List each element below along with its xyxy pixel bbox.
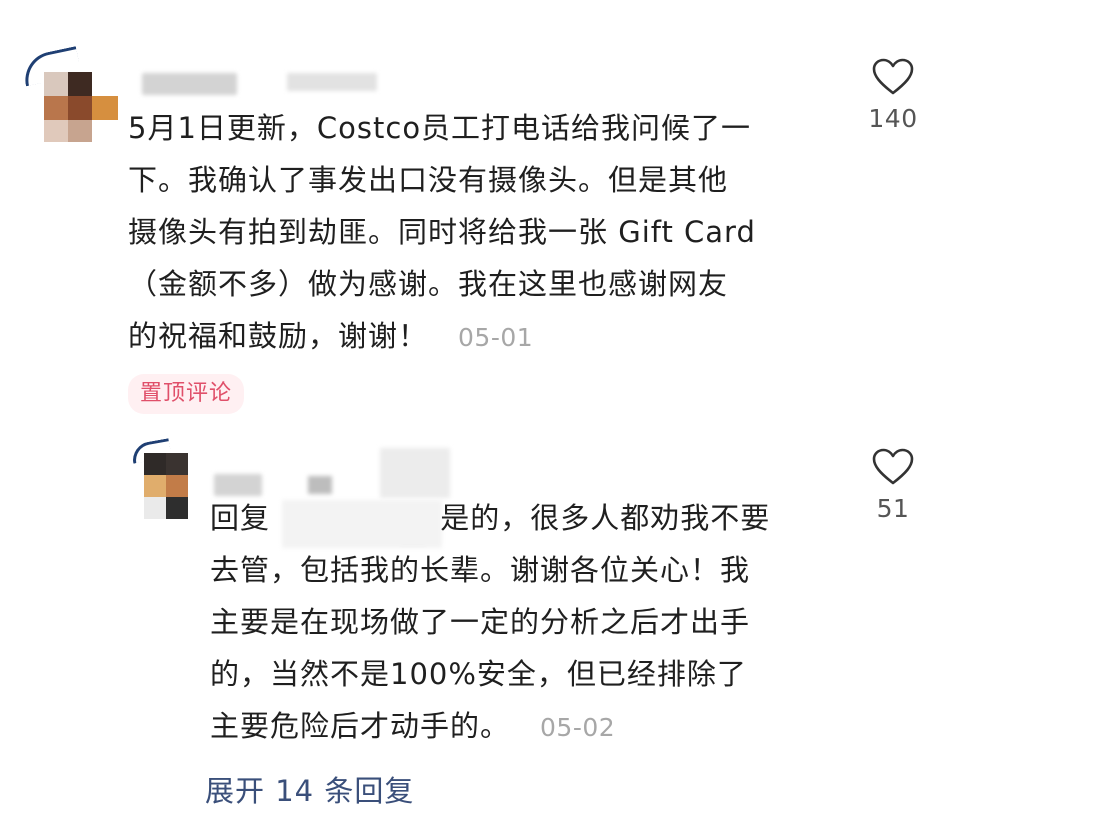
- reply-body: 回复 是的，很多人都劝我不要 去管，包括我的长辈。谢谢各位关心！我 主要是在现场…: [210, 492, 830, 754]
- redacted-block: [380, 448, 450, 498]
- like-count: 51: [876, 494, 910, 523]
- like-button[interactable]: 140: [863, 58, 923, 133]
- comment-line: （金额不多）做为感谢。我在这里也感谢网友: [128, 267, 729, 301]
- user-meta-redacted: [287, 73, 377, 91]
- reply-line: 主要危险后才动手的。: [210, 709, 511, 743]
- comment-line: 摄像头有拍到劫匪。同时将给我一张 Gift Card: [128, 215, 756, 249]
- heart-outline-icon: [872, 448, 914, 485]
- comment-line: 5月1日更新，Costco员工打电话给我问候了一: [128, 111, 752, 145]
- reply-line: 主要是在现场做了一定的分析之后才出手: [210, 605, 751, 639]
- pinned-comment-badge: 置顶评论: [128, 374, 245, 414]
- comment-timestamp: 05-01: [458, 323, 534, 352]
- reply-line: 的，当然不是100%安全，但已经排除了: [210, 657, 747, 691]
- comment-body: 5月1日更新，Costco员工打电话给我问候了一 下。我确认了事发出口没有摄像头…: [128, 102, 828, 364]
- comment-line: 的祝福和鼓励，谢谢！: [128, 319, 429, 353]
- reply-avatar[interactable]: [130, 438, 196, 521]
- reply-line: 回复: [210, 501, 281, 535]
- like-count: 140: [868, 104, 918, 133]
- expand-replies-link[interactable]: 展开 14 条回复: [205, 768, 414, 810]
- reply-line: 去管，包括我的长辈。谢谢各位关心！我: [210, 553, 751, 587]
- username-redacted[interactable]: [142, 73, 237, 95]
- reply-line-rest: 是的，很多人都劝我不要: [440, 501, 771, 535]
- reply-timestamp: 05-02: [540, 713, 616, 742]
- commenter-avatar[interactable]: [20, 46, 120, 144]
- heart-outline-icon: [872, 58, 914, 95]
- comment-thread: 5月1日更新，Costco员工打电话给我问候了一 下。我确认了事发出口没有摄像头…: [0, 0, 1117, 838]
- reply-like-button[interactable]: 51: [863, 448, 923, 523]
- comment-line: 下。我确认了事发出口没有摄像头。但是其他: [128, 163, 729, 197]
